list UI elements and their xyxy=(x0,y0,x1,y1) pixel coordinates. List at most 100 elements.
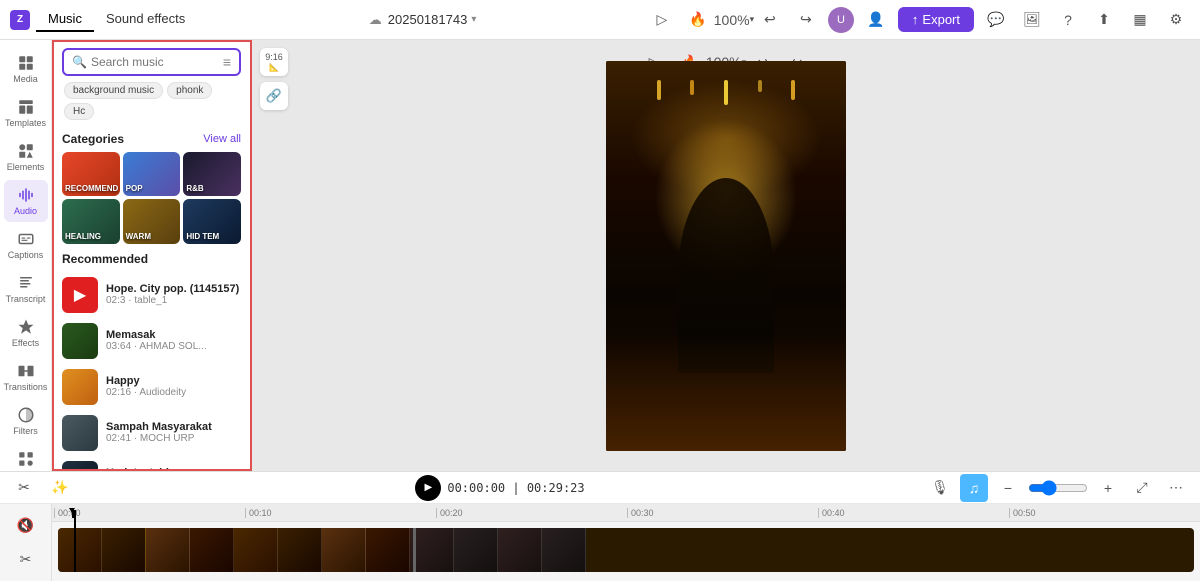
music-item-undetectable[interactable]: Undetectable 02:05 · Abu Amar xyxy=(62,456,241,471)
overflow-icon[interactable]: ⋯ xyxy=(1162,474,1190,502)
share-icon[interactable]: ⬆ xyxy=(1090,6,1118,34)
cloud-icon: ☁ xyxy=(369,12,382,28)
sidebar-label-media: Media xyxy=(13,74,38,84)
link-control[interactable]: 🔗 xyxy=(260,82,288,110)
category-recommend[interactable]: RECOMMEND xyxy=(62,152,120,196)
timeline-magic-icon[interactable]: ✨ xyxy=(46,474,74,502)
playhead xyxy=(74,510,76,572)
cat-label-hidden: HID TEM xyxy=(186,232,238,241)
play-icon: ▶ xyxy=(74,285,86,305)
sidebar-item-effects[interactable]: Effects xyxy=(4,312,48,354)
music-item-happy[interactable]: Happy 02:16 · Audiodeity xyxy=(62,364,241,410)
categories-title: Categories xyxy=(62,132,124,146)
tab-sound-effects[interactable]: Sound effects xyxy=(94,7,197,32)
app-logo[interactable]: Z xyxy=(10,10,30,30)
track-thumb-12 xyxy=(542,528,586,572)
view-all-link[interactable]: View all xyxy=(203,133,241,145)
sidebar-item-filters[interactable]: Filters xyxy=(4,400,48,442)
sidebar-item-transcript[interactable]: Transcript xyxy=(4,268,48,310)
music-thumb-happy xyxy=(62,369,98,405)
topbar: Z Music Sound effects ☁ 20250181743 ▾ ▷ … xyxy=(0,0,1200,40)
undo-button[interactable]: ↩ xyxy=(756,6,784,34)
filename-display[interactable]: 20250181743 ▾ xyxy=(388,12,477,27)
export-button[interactable]: ↑ Export xyxy=(898,7,974,32)
category-rb[interactable]: R&B xyxy=(183,152,241,196)
timeline-right: 🎙 ♫ − + ⤢ ⋯ xyxy=(926,474,1190,502)
redo-button[interactable]: ↪ xyxy=(792,6,820,34)
frames-control[interactable]: 9:16📐 xyxy=(260,48,288,76)
mic-icon[interactable]: 🎙 xyxy=(926,474,954,502)
mute-icon[interactable]: 🔇 xyxy=(12,512,40,540)
track-thumb-3 xyxy=(146,528,190,572)
music-thumb-hope: ▶ xyxy=(62,277,98,313)
tag-hc[interactable]: Hc xyxy=(64,103,94,120)
music-item-sampah[interactable]: Sampah Masyarakat 02:41 · MOCH URP xyxy=(62,410,241,456)
video-background xyxy=(606,61,846,451)
music-title-happy: Happy xyxy=(106,375,241,387)
ruler-mark-2: 00:20 xyxy=(436,508,627,518)
track-thumb-2 xyxy=(102,528,146,572)
zoom-control[interactable]: 100% ▾ xyxy=(720,6,748,34)
flame-icon[interactable]: 🔥 xyxy=(684,6,712,34)
video-bottom-glow xyxy=(606,334,846,451)
search-box[interactable]: 🔍 ≡ xyxy=(62,48,241,76)
category-hidden[interactable]: HID TEM xyxy=(183,199,241,243)
search-input[interactable] xyxy=(91,55,219,69)
user-icon[interactable]: 👤 xyxy=(862,6,890,34)
image-icon[interactable]: 🖼 xyxy=(1018,6,1046,34)
music-meta-sampah: 02:41 · MOCH URP xyxy=(106,433,241,444)
timeline-scissors-icon[interactable]: ✂ xyxy=(10,474,38,502)
sidebar-item-captions[interactable]: Captions xyxy=(4,224,48,266)
settings-icon[interactable]: ⚙ xyxy=(1162,6,1190,34)
track-thumb-10 xyxy=(454,528,498,572)
play-icon: ▶ xyxy=(425,482,433,493)
tags-row: background music phonk Hc xyxy=(62,82,241,120)
music-meta-memasak: 03:64 · AHMAD SOL... xyxy=(106,341,241,352)
category-warm[interactable]: WARM xyxy=(123,199,181,243)
ruler-mark-1: 00:10 xyxy=(245,508,436,518)
timeline-body: 🔇 ✂ 00:00 00:10 00:20 00:30 00:40 00:50 xyxy=(0,504,1200,581)
sidebar-label-effects: Effects xyxy=(12,338,39,348)
topbar-left: Z Music Sound effects xyxy=(10,7,197,32)
timeline-play-button[interactable]: ▶ xyxy=(415,475,441,501)
avatar[interactable]: U xyxy=(828,7,854,33)
music-info-sampah: Sampah Masyarakat 02:41 · MOCH URP xyxy=(106,421,241,444)
recommended-section-header: Recommended xyxy=(62,252,241,266)
zoom-slider[interactable] xyxy=(1028,480,1088,496)
music-wave-icon[interactable]: ♫ xyxy=(960,474,988,502)
panel-header: 🔍 ≡ background music phonk Hc xyxy=(52,40,251,124)
music-thumb-undetectable xyxy=(62,461,98,471)
tab-music[interactable]: Music xyxy=(36,7,94,32)
filter-icon[interactable]: ≡ xyxy=(223,54,231,70)
video-track-container xyxy=(56,528,1196,572)
sidebar-label-audio: Audio xyxy=(14,206,37,216)
sidebar-item-elements[interactable]: Elements xyxy=(4,136,48,178)
tag-background[interactable]: background music xyxy=(64,82,163,99)
tag-phonk[interactable]: phonk xyxy=(167,82,212,99)
track-thumb-1 xyxy=(58,528,102,572)
comment-icon[interactable]: 💬 xyxy=(982,6,1010,34)
music-title-sampah: Sampah Masyarakat xyxy=(106,421,241,433)
cut-icon[interactable]: ✂ xyxy=(12,546,40,574)
sidebar-item-audio[interactable]: Audio xyxy=(4,180,48,222)
music-item-hope[interactable]: ▶ Hope. City pop. (1145157) 02:3 · table… xyxy=(62,272,241,318)
music-item-memasak[interactable]: Memasak 03:64 · AHMAD SOL... xyxy=(62,318,241,364)
search-icon: 🔍 xyxy=(72,55,87,69)
minus-icon[interactable]: − xyxy=(994,474,1022,502)
plus-icon[interactable]: + xyxy=(1094,474,1122,502)
sidebar-item-brand-kit[interactable]: Brand kit xyxy=(4,444,48,471)
sidebar: Media Templates Elements Audio Captions … xyxy=(0,40,52,471)
sidebar-item-transitions[interactable]: Transitions xyxy=(4,356,48,398)
sidebar-item-templates[interactable]: Templates xyxy=(4,92,48,134)
main-area: Media Templates Elements Audio Captions … xyxy=(0,40,1200,471)
category-pop[interactable]: POP xyxy=(123,152,181,196)
video-track[interactable] xyxy=(58,528,1194,572)
sidebar-item-media[interactable]: Media xyxy=(4,48,48,90)
help-icon[interactable]: ? xyxy=(1054,6,1082,34)
play-icon[interactable]: ▷ xyxy=(648,6,676,34)
category-healing[interactable]: HEALING xyxy=(62,199,120,243)
expand-icon[interactable]: ⤢ xyxy=(1128,474,1156,502)
layout-icon[interactable]: ▦ xyxy=(1126,6,1154,34)
audio-panel: 🔍 ≡ background music phonk Hc Categories… xyxy=(52,40,252,471)
track-area xyxy=(52,522,1200,578)
